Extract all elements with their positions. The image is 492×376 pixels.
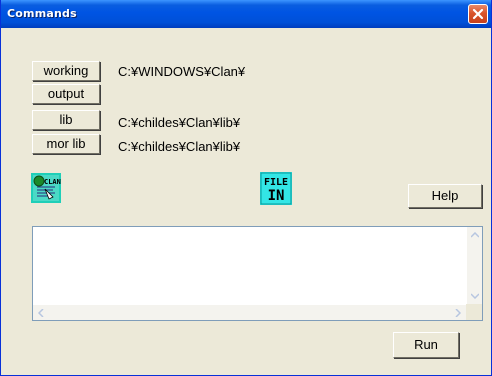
help-button[interactable]: Help — [408, 184, 482, 208]
working-dir-button[interactable]: working — [32, 61, 100, 81]
mor-lib-dir-button[interactable]: mor lib — [32, 134, 100, 154]
lib-dir-button[interactable]: lib — [32, 110, 100, 130]
commands-window: Commands working output lib mor lib C:¥W… — [0, 0, 492, 376]
file-in-icon[interactable]: FILE IN — [260, 172, 292, 205]
file-in-line2: IN — [268, 188, 285, 204]
run-button[interactable]: Run — [393, 332, 459, 358]
scrollbar-corner — [466, 304, 482, 320]
close-icon — [472, 8, 484, 20]
mor-lib-dir-path: C:¥childes¥Clan¥lib¥ — [118, 139, 241, 154]
output-dir-button[interactable]: output — [32, 84, 100, 104]
scroll-left-arrow[interactable] — [33, 305, 49, 321]
chevron-right-icon — [455, 309, 461, 317]
close-button[interactable] — [468, 4, 488, 24]
scroll-right-arrow[interactable] — [450, 305, 466, 321]
scroll-up-arrow[interactable] — [467, 227, 483, 243]
chevron-left-icon — [38, 309, 44, 317]
vertical-scrollbar[interactable] — [466, 227, 482, 304]
chevron-up-icon — [471, 232, 479, 238]
horizontal-scrollbar[interactable] — [33, 304, 466, 320]
lib-dir-path: C:¥childes¥Clan¥lib¥ — [118, 115, 241, 130]
working-dir-path: C:¥WINDOWS¥Clan¥ — [118, 64, 246, 79]
scroll-down-arrow[interactable] — [467, 288, 483, 304]
clan-icon-label: CLAN — [44, 178, 61, 186]
window-title: Commands — [7, 7, 77, 20]
clan-icon[interactable]: CLAN — [31, 173, 61, 203]
title-bar[interactable]: Commands — [1, 0, 491, 28]
command-textarea[interactable] — [32, 226, 483, 321]
file-in-line1: FILE — [264, 177, 288, 188]
chevron-down-icon — [471, 293, 479, 299]
